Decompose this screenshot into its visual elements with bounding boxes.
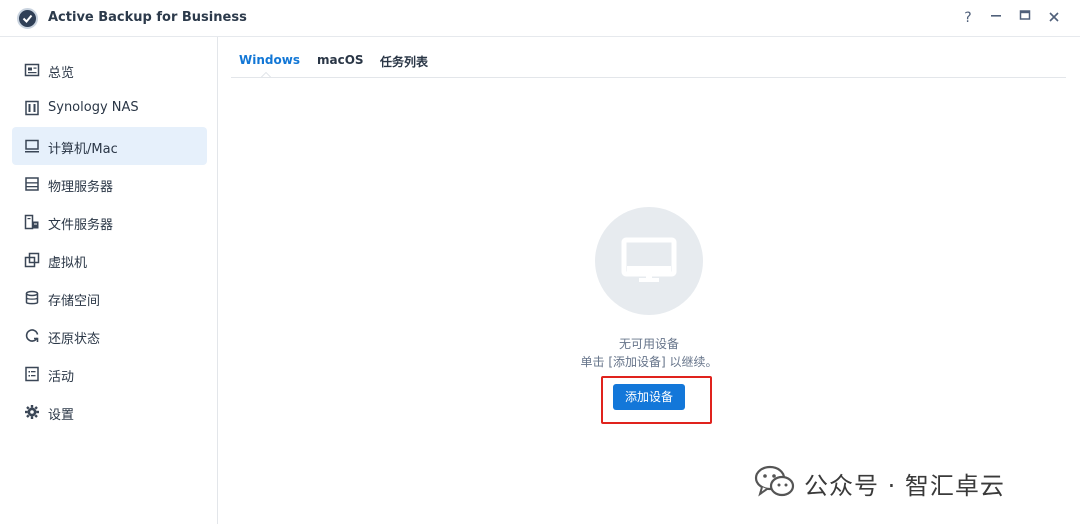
sidebar-item-settings[interactable]: 设置: [12, 393, 207, 431]
minimize-button[interactable]: [987, 9, 1005, 27]
help-button[interactable]: ?: [959, 9, 977, 27]
sidebar-item-label: 文件服务器: [48, 218, 114, 233]
tab-bar: Windows macOS 任务列表: [231, 37, 1066, 78]
sidebar-item-virtual-machine[interactable]: 虚拟机: [12, 241, 207, 279]
server-icon: [25, 177, 39, 191]
close-icon: [1049, 12, 1059, 22]
file-server-icon: [24, 214, 39, 230]
close-button[interactable]: [1045, 9, 1063, 27]
app-logo-icon: [17, 8, 38, 29]
virtual-machine-icon: [24, 252, 40, 268]
sidebar-item-label: 存储空间: [48, 294, 101, 309]
sidebar-item-overview[interactable]: 总览: [12, 51, 207, 89]
nas-icon: [25, 100, 39, 116]
sidebar-item-label: 活动: [48, 370, 75, 385]
maximize-button[interactable]: [1016, 9, 1034, 27]
sidebar-item-label: 还原状态: [48, 332, 101, 347]
empty-state-hint: 单击 [添加设备] 以继续。: [580, 355, 718, 369]
sidebar-item-activity[interactable]: 活动: [12, 355, 207, 393]
gear-icon: [25, 405, 39, 419]
tab-windows[interactable]: Windows: [239, 53, 300, 67]
activity-icon: [25, 366, 39, 382]
sidebar-item-label: 物理服务器: [48, 180, 114, 195]
storage-icon: [25, 290, 39, 305]
sidebar-item-physical-server[interactable]: 物理服务器: [12, 165, 207, 203]
sidebar: 总览 Synology NAS 计算机/Mac 物理服务器 文件服务器 虚拟机 …: [0, 37, 218, 524]
sidebar-item-computer-mac[interactable]: 计算机/Mac: [12, 127, 207, 165]
sidebar-item-file-server[interactable]: 文件服务器: [12, 203, 207, 241]
sidebar-item-label: 计算机/Mac: [48, 142, 118, 157]
wechat-icon: [754, 465, 795, 497]
tab-task-list[interactable]: 任务列表: [380, 53, 428, 70]
sidebar-item-label: 设置: [48, 408, 75, 423]
sidebar-item-label: 虚拟机: [48, 256, 88, 271]
empty-state-illustration: [595, 207, 703, 315]
sidebar-item-restore-status[interactable]: 还原状态: [12, 317, 207, 355]
minimize-icon: [991, 15, 1001, 17]
empty-state-title: 无可用设备: [618, 337, 679, 351]
sidebar-item-storage[interactable]: 存储空间: [12, 279, 207, 317]
watermark-text: 公众号 · 智汇卓云: [804, 472, 1005, 500]
monitor-icon: [621, 237, 677, 282]
add-device-button[interactable]: 添加设备: [613, 384, 685, 410]
overview-icon: [24, 63, 40, 77]
tab-macos[interactable]: macOS: [317, 53, 364, 67]
sidebar-item-synology-nas[interactable]: Synology NAS: [12, 89, 207, 127]
title-bar: Active Backup for Business ?: [0, 0, 1080, 37]
sidebar-item-label: Synology NAS: [48, 100, 139, 115]
active-tab-indicator: [261, 72, 271, 77]
sidebar-item-label: 总览: [48, 66, 75, 81]
maximize-icon: [1019, 10, 1031, 20]
app-title: Active Backup for Business: [48, 10, 247, 25]
computer-icon: [25, 139, 39, 153]
restore-icon: [25, 329, 39, 342]
